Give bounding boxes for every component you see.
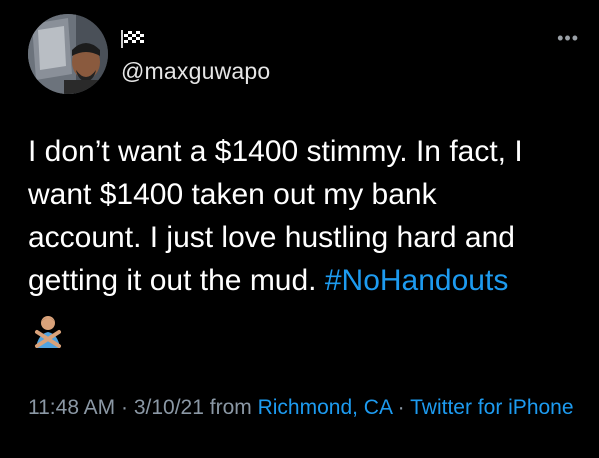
hashtag-link[interactable]: #NoHandouts [325, 264, 508, 297]
more-dots-icon[interactable]: ••• [557, 28, 579, 49]
tweet-date[interactable]: 3/10/21 [134, 396, 204, 419]
location-link[interactable]: Richmond, CA [258, 396, 392, 419]
tweet-text-line: account. I just love hustling hard and [28, 221, 515, 254]
from-label: from [203, 396, 258, 419]
person-gesturing-no-emoji [32, 314, 64, 348]
tweet-time[interactable]: 11:48 AM [28, 396, 115, 419]
tweet-text: I don’t want a $1400 stimmy. In fact, I … [28, 130, 583, 302]
tweet-text-line: getting it out the mud. [28, 264, 325, 297]
user-handle[interactable]: @maxguwapo [121, 58, 270, 85]
source-link[interactable]: Twitter for iPhone [410, 396, 573, 419]
tweet-text-line: want $1400 taken out my bank [28, 178, 437, 211]
separator: · [115, 396, 134, 419]
tweet-meta: 11:48 AM · 3/10/21 from Richmond, CA · T… [28, 392, 583, 424]
separator: · [391, 396, 411, 419]
tweet-text-line: I don’t want a $1400 stimmy. In fact, I [28, 135, 523, 168]
avatar[interactable] [28, 14, 108, 94]
checkered-flag-icon [121, 30, 146, 48]
tweet-card: @maxguwapo ••• I don’t want a $1400 stim… [0, 0, 599, 458]
avatar-photo [28, 14, 108, 94]
